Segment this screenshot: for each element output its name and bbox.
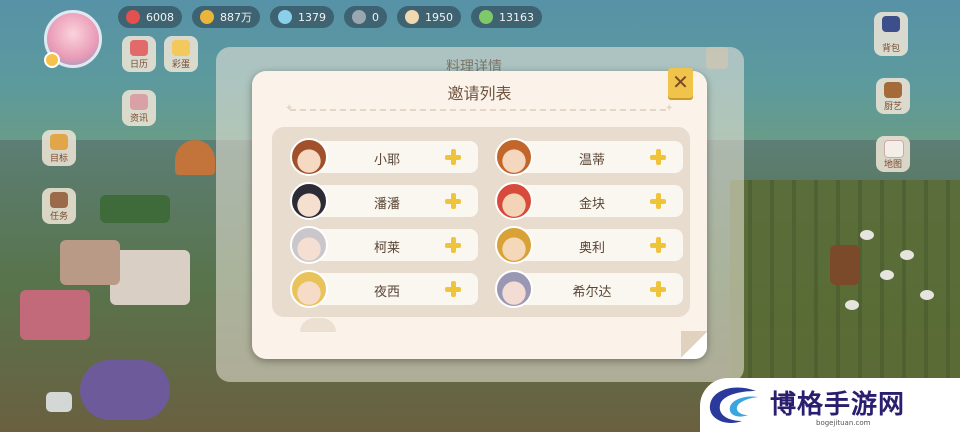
sheep [845, 300, 859, 310]
egg-icon [172, 40, 190, 56]
heart-icon [126, 10, 140, 24]
green-vehicle[interactable] [100, 195, 170, 223]
invite-plus-icon[interactable] [444, 280, 462, 298]
resource-exp[interactable]: 13163 [471, 6, 542, 28]
chest-icon [884, 82, 902, 98]
news-icon [130, 94, 148, 110]
news-label: 资讯 [129, 114, 148, 124]
invite-plus-icon[interactable] [649, 280, 667, 298]
resource-hearts[interactable]: 6008 [118, 6, 182, 28]
friend-name: 夜西 [373, 285, 400, 300]
sheep [900, 250, 914, 260]
coins-value: 887万 [220, 11, 252, 24]
close-button[interactable]: ✕ [668, 68, 693, 98]
resource-bar: 6008 887万 1379 0 1950 13163 [118, 6, 542, 28]
egg-button[interactable]: 彩蛋 [164, 36, 198, 72]
star-ornament-icon: ✦ [665, 103, 674, 114]
goal-label: 目标 [49, 154, 68, 164]
backpack-button[interactable]: 背包 [874, 12, 908, 56]
sheep [880, 270, 894, 280]
chef-hat-icon [884, 140, 904, 158]
exp-icon [479, 10, 493, 24]
friend-avatar [290, 138, 328, 176]
goal-button[interactable]: 目标 [42, 130, 76, 166]
news-button[interactable]: 资讯 [122, 90, 156, 126]
invite-plus-icon[interactable] [444, 192, 462, 210]
task-icon [50, 192, 68, 208]
watermark-logo-icon [709, 387, 758, 424]
resource-hamster[interactable]: 1950 [397, 6, 461, 28]
flower-tree[interactable] [80, 360, 170, 420]
task-label: 任务 [49, 212, 68, 222]
barn[interactable] [830, 245, 860, 285]
friend-avatar [495, 138, 533, 176]
modal-title: 邀请列表 [447, 84, 512, 103]
title-divider [290, 109, 669, 111]
invite-plus-icon[interactable] [444, 236, 462, 254]
egg-label: 彩蛋 [171, 60, 190, 70]
resource-crystals[interactable]: 1379 [270, 6, 334, 28]
invite-plus-icon[interactable] [649, 236, 667, 254]
friend-name: 小耶 [373, 153, 400, 168]
goal-icon [50, 134, 68, 150]
friend-name: 潘潘 [373, 197, 400, 212]
hamster-icon [405, 10, 419, 24]
close-icon: ✕ [672, 70, 689, 94]
market-stall[interactable] [20, 290, 90, 340]
exp-value: 13163 [499, 10, 534, 24]
cooking-button[interactable]: 厨艺 [876, 78, 910, 114]
task-button[interactable]: 任务 [42, 188, 76, 224]
invite-plus-icon[interactable] [444, 148, 462, 166]
invite-plus-icon[interactable] [649, 148, 667, 166]
hearts-value: 6008 [146, 10, 174, 24]
crystal-icon [278, 10, 292, 24]
calendar-icon [130, 40, 148, 56]
backpack-label: 背包 [881, 44, 900, 54]
hamster-value: 1950 [425, 10, 453, 24]
map-button[interactable]: 地图 [876, 136, 910, 172]
watermark-brand: 博格手游网 [770, 390, 906, 420]
friend-name: 希尔达 [572, 285, 612, 300]
calendar-label: 日历 [129, 60, 148, 70]
friend-name: 金块 [578, 197, 605, 212]
friend-name: 柯莱 [373, 241, 400, 256]
book-icon [882, 16, 900, 32]
coin-icon [200, 10, 214, 24]
friend-avatar [290, 226, 328, 264]
crystals-value: 1379 [298, 10, 326, 24]
next-row-preview [292, 318, 672, 346]
invite-list-modal: 邀请列表 ✦ ✦ 小耶温蒂潘潘金块柯莱奥利夜西希尔达 [252, 71, 707, 359]
food-truck[interactable] [110, 250, 190, 305]
page-fold-corner [681, 331, 707, 359]
level-badge [44, 52, 60, 68]
map-label: 地图 [883, 160, 902, 170]
recipe-detail-close-icon[interactable] [706, 47, 728, 69]
cooking-label: 厨艺 [883, 102, 902, 112]
friend-avatar [495, 270, 533, 308]
shop-stall[interactable] [60, 240, 120, 285]
friend-name: 奥利 [578, 241, 605, 256]
friend-avatar [495, 226, 533, 264]
friend-avatar [495, 182, 533, 220]
friend-avatar [290, 270, 328, 308]
friend-avatar [290, 182, 328, 220]
invite-plus-icon[interactable] [649, 192, 667, 210]
resource-tokens[interactable]: 0 [344, 6, 387, 28]
resource-coins[interactable]: 887万 [192, 6, 260, 28]
token-icon [352, 10, 366, 24]
sheep [860, 230, 874, 240]
watermark-url: bogejituan.com [816, 419, 871, 427]
tokens-value: 0 [372, 10, 379, 24]
sheep [920, 290, 934, 300]
calendar-button[interactable]: 日历 [122, 36, 156, 72]
mushroom-house[interactable] [175, 140, 215, 175]
camera-icon[interactable] [46, 392, 72, 412]
friend-name: 温蒂 [578, 153, 605, 168]
